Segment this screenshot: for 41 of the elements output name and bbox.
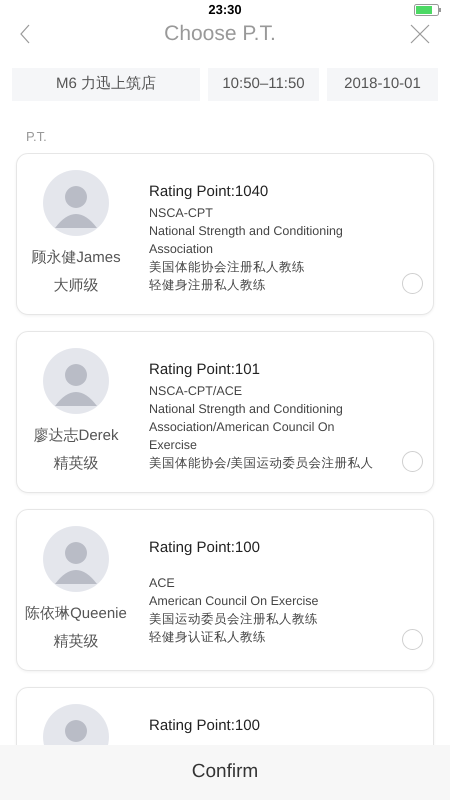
rating-points: Rating Point:1040: [149, 182, 270, 202]
certification-text: NSCA-CPT: [149, 205, 214, 222]
avatar-placeholder: [43, 526, 109, 592]
filter-chip[interactable]: 2018-10-01: [327, 68, 438, 101]
page-title: Choose P.T.: [164, 21, 276, 48]
confirm-button[interactable]: Confirm: [0, 745, 450, 800]
rating-points: Rating Point:101: [149, 360, 261, 380]
certification-text: 轻健身认证私人教练: [149, 629, 267, 646]
trainer-level: 精英级: [54, 454, 98, 474]
trainer-level: 精英级: [54, 632, 98, 652]
battery-icon: [414, 4, 444, 16]
avatar-placeholder: [43, 348, 109, 414]
certification-text: 轻健身注册私人教练: [149, 277, 267, 294]
certification-text: ACE: [149, 575, 176, 592]
filter-chip[interactable]: M6 力迅上筑店: [12, 68, 200, 101]
trainer-name: 廖达志Derek: [33, 426, 118, 446]
trainer-card[interactable]: 廖达志Derek 精英级 Rating Point:101 NSCA-CPT/ACE National Strength and Conditioning Association/American Council On Exercise 美国体能协会/美国运动委员会注册私人: [16, 331, 434, 493]
trainer-name: 陈依琳Queenie: [25, 604, 127, 624]
certification-text: NSCA-CPT/ACE: [149, 383, 244, 400]
radio-button[interactable]: [402, 629, 423, 650]
trainer-card[interactable]: Rating Point:100: [16, 687, 434, 745]
back-icon[interactable]: [20, 24, 30, 44]
certification-text: 美国体能协会注册私人教练: [149, 259, 306, 276]
certification-text: National Strength and Conditioning Association: [149, 223, 344, 258]
certification-text: National Strength and Conditioning Association/American Council On Exercise: [149, 401, 344, 454]
rating-points: Rating Point:100: [149, 538, 261, 558]
section-label: P.T.: [25, 128, 48, 146]
radio-button[interactable]: [402, 451, 423, 472]
trainer-card[interactable]: 顾永健James 大师级 Rating Point:1040 NSCA-CPT National Strength and Conditioning Association 美国体能协会注册私人教练 轻健身注册私人教练: [16, 153, 434, 315]
trainer-name: 顾永健James: [31, 248, 121, 268]
close-icon[interactable]: [410, 24, 430, 44]
status-time: 23:30: [208, 1, 242, 20]
certification-text: American Council On Exercise: [149, 593, 320, 610]
trainer-card[interactable]: 陈依琳Queenie 精英级 Rating Point:100 ACE American Council On Exercise 美国运动委员会注册私人教练 轻健身认证私人教练: [16, 509, 434, 671]
rating-points: Rating Point:100: [149, 716, 261, 736]
radio-button[interactable]: [402, 273, 423, 294]
filter-chip[interactable]: 10:50–11:50: [208, 68, 319, 101]
avatar-placeholder: [43, 170, 109, 236]
certification-text: 美国运动委员会注册私人教练: [149, 611, 319, 628]
trainer-level: 大师级: [54, 276, 98, 296]
certification-text: 美国体能协会/美国运动委员会注册私人: [149, 455, 374, 472]
